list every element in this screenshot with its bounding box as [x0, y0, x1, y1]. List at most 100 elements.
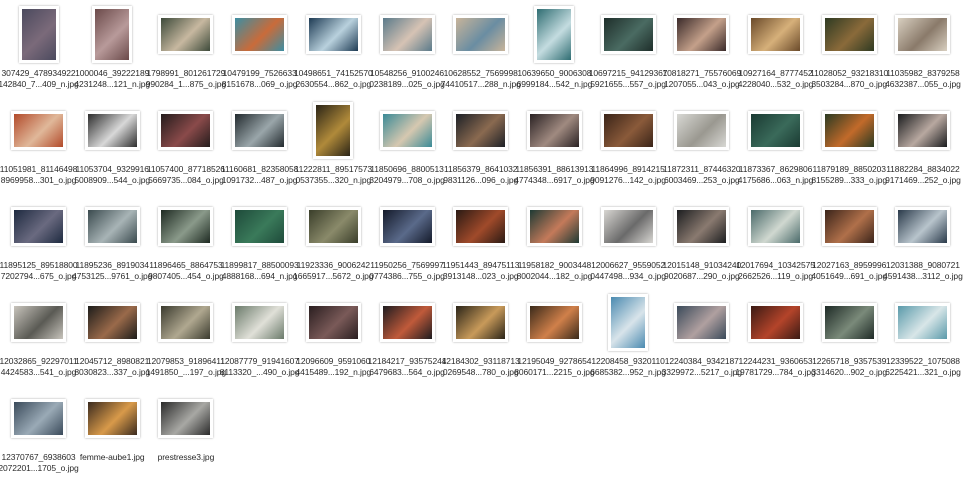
- file-item[interactable]: 11873367_8629806 4175686...063_n.jpg: [738, 98, 813, 192]
- file-item[interactable]: 12027163_8959996 4051649...691_o.jpg: [811, 194, 887, 288]
- image-thumbnail[interactable]: [379, 206, 435, 246]
- file-item[interactable]: 11035982_8379258 4632387...055_o.jpg: [885, 2, 961, 96]
- file-item[interactable]: 12339522_1075088 6225421...321_o.jpg: [885, 290, 961, 384]
- image-thumbnail[interactable]: [821, 110, 877, 150]
- file-item[interactable]: 11899817_88500093 4888168...694_n.jpg: [221, 194, 299, 288]
- image-thumbnail[interactable]: [674, 206, 730, 246]
- file-item[interactable]: 11160681_82358058 1091732...487_o.jpg: [221, 98, 298, 192]
- image-thumbnail[interactable]: [92, 5, 133, 63]
- image-thumbnail[interactable]: [158, 110, 214, 150]
- image-thumbnail[interactable]: [11, 398, 66, 438]
- image-thumbnail[interactable]: [453, 302, 509, 342]
- file-item[interactable]: 11053704_9329916 5008909...544_o.jpg: [74, 98, 150, 192]
- file-item[interactable]: prestresse3.jpg: [149, 386, 222, 480]
- image-thumbnail[interactable]: [84, 302, 140, 342]
- image-thumbnail[interactable]: [232, 14, 288, 54]
- file-item[interactable]: 11895236_8919034 4753125...9761_o.jpg: [72, 194, 152, 288]
- file-item[interactable]: 10628552_7569998 74410517...288_n.jpg: [441, 2, 521, 96]
- image-thumbnail[interactable]: [748, 302, 803, 342]
- image-thumbnail[interactable]: [674, 110, 730, 150]
- image-thumbnail[interactable]: [608, 293, 649, 351]
- image-thumbnail[interactable]: [84, 206, 140, 246]
- file-item[interactable]: 11051981_81146498 8969958...301_o.jpg: [0, 98, 77, 192]
- image-thumbnail[interactable]: [748, 206, 803, 246]
- file-item[interactable]: 11896465_8864753 9807405...454_o.jpg: [148, 194, 224, 288]
- image-thumbnail[interactable]: [600, 110, 656, 150]
- file-item[interactable]: 10697215_94129367 5921655...557_o.jpg: [589, 2, 668, 96]
- file-item[interactable]: 12087779_91941607 8113320_...490_o.jpg: [220, 290, 300, 384]
- file-item[interactable]: 11222811_89517573 0537355...320_n.jpg: [295, 98, 372, 192]
- file-item[interactable]: 12031388_9080721 4591438...3112_o.jpg: [883, 194, 963, 288]
- image-thumbnail[interactable]: [379, 302, 435, 342]
- image-thumbnail[interactable]: [84, 398, 140, 438]
- file-item[interactable]: 12195049_9278654 8060171...2215_o.jpg: [514, 290, 595, 384]
- file-item[interactable]: 1798991_801261729 990284_1...875_o.jpg: [146, 2, 226, 96]
- image-thumbnail[interactable]: [158, 302, 214, 342]
- image-thumbnail[interactable]: [526, 110, 582, 150]
- image-thumbnail[interactable]: [895, 14, 951, 54]
- image-thumbnail[interactable]: [11, 302, 66, 342]
- file-item[interactable]: 10818271_75576069 1207055...043_o.jpg: [662, 2, 741, 96]
- image-thumbnail[interactable]: [534, 5, 575, 63]
- file-item[interactable]: 12370767_6938603 2072201...1705_o.jpg: [0, 386, 79, 480]
- image-thumbnail[interactable]: [526, 302, 582, 342]
- file-item[interactable]: 12032865_92297011 4424583...541_o.jpg: [0, 290, 78, 384]
- image-thumbnail[interactable]: [453, 206, 509, 246]
- image-thumbnail[interactable]: [821, 206, 877, 246]
- file-item[interactable]: 10639650_9006308 6999184...542_n.jpg: [517, 2, 592, 96]
- file-item[interactable]: 11923336_9006242 1665917...5672_o.jpg: [293, 194, 374, 288]
- image-thumbnail[interactable]: [895, 110, 951, 150]
- image-thumbnail[interactable]: [158, 206, 214, 246]
- file-item[interactable]: 12184302_93118713 0269548...780_o.jpg: [442, 290, 520, 384]
- file-item[interactable]: 11895125_89518800 7202794...675_o.jpg: [0, 194, 78, 288]
- file-item[interactable]: 12240384_9342187 3329972...5217_o.jpg: [662, 290, 742, 384]
- file-item[interactable]: 11951443_89475113 3913148...023_o.jpg: [442, 194, 519, 288]
- file-item[interactable]: 11856379_8641032 9831126...096_o.jpg: [443, 98, 518, 192]
- image-thumbnail[interactable]: [526, 206, 582, 246]
- image-thumbnail[interactable]: [379, 110, 435, 150]
- image-thumbnail[interactable]: [748, 110, 803, 150]
- image-thumbnail[interactable]: [313, 101, 354, 159]
- image-thumbnail[interactable]: [11, 206, 66, 246]
- file-item[interactable]: 12244231_9360653 19781729...784_o.jpg: [735, 290, 816, 384]
- file-item[interactable]: 12045712_8980821 8030823...337_o.jpg: [74, 290, 150, 384]
- file-item[interactable]: 10498651_74152570 2630554...862_o.jpg: [294, 2, 373, 96]
- image-thumbnail[interactable]: [600, 14, 656, 54]
- file-item[interactable]: 12079853_91896411 1491850_...197_o.jpg: [146, 290, 226, 384]
- image-thumbnail[interactable]: [379, 14, 435, 54]
- image-thumbnail[interactable]: [11, 110, 66, 150]
- image-thumbnail[interactable]: [821, 302, 877, 342]
- file-item[interactable]: 10479199_7526633 8151678...069_o.jpg: [222, 2, 298, 96]
- file-item[interactable]: 12208458_9320110 6685382...952_n.jpg: [590, 290, 666, 384]
- file-item[interactable]: 11872311_87446320 6003469...253_o.jpg: [663, 98, 741, 192]
- file-item[interactable]: 1000046_39222189 4231248...121_n.jpg: [74, 2, 150, 96]
- file-item[interactable]: 10548256_9100246 0238189...025_o.jpg: [369, 2, 445, 96]
- image-thumbnail[interactable]: [821, 14, 877, 54]
- image-thumbnail[interactable]: [232, 206, 288, 246]
- file-item[interactable]: 11882284_8834022 9171469...252_o.jpg: [885, 98, 961, 192]
- image-thumbnail[interactable]: [453, 110, 509, 150]
- image-thumbnail[interactable]: [748, 14, 803, 54]
- file-item[interactable]: 11958182_9003448 8002044...182_o.jpg: [517, 194, 592, 288]
- file-item[interactable]: 11028052_93218310 3503284...870_o.jpg: [810, 2, 888, 96]
- image-thumbnail[interactable]: [158, 14, 214, 54]
- image-thumbnail[interactable]: [158, 398, 214, 438]
- file-item[interactable]: 10927164_8777452 4228040...532_o.jpg: [738, 2, 813, 96]
- file-item[interactable]: 11057400_87718526 5669735...084_o.jpg: [147, 98, 225, 192]
- image-thumbnail[interactable]: [305, 14, 361, 54]
- file-item[interactable]: 11864996_8914215 9091276...142_o.jpg: [590, 98, 666, 192]
- file-item[interactable]: femme-aube1.jpg: [76, 386, 149, 480]
- file-item[interactable]: 12184217_93575244 6479683...564_o.jpg: [368, 290, 446, 384]
- file-item[interactable]: 11950256_7569997 0774386...755_o.jpg: [369, 194, 445, 288]
- image-thumbnail[interactable]: [453, 14, 509, 54]
- image-thumbnail[interactable]: [232, 110, 288, 150]
- image-thumbnail[interactable]: [674, 302, 730, 342]
- image-thumbnail[interactable]: [895, 206, 951, 246]
- image-thumbnail[interactable]: [232, 302, 288, 342]
- file-item[interactable]: 11879189_8850203 8155289...333_o.jpg: [811, 98, 887, 192]
- file-item[interactable]: 11850696_8800513 3204979...708_o.jpg: [369, 98, 445, 192]
- file-item[interactable]: 11856391_88613913 4774348...6917_o.jpg: [514, 98, 595, 192]
- file-item[interactable]: 307429_478934922 142840_7...409_n.jpg: [0, 2, 79, 96]
- file-item[interactable]: 12006627_9559052 0447498...934_o.jpg: [590, 194, 666, 288]
- file-item[interactable]: 12096609_9591060 4415489...192_n.jpg: [295, 290, 371, 384]
